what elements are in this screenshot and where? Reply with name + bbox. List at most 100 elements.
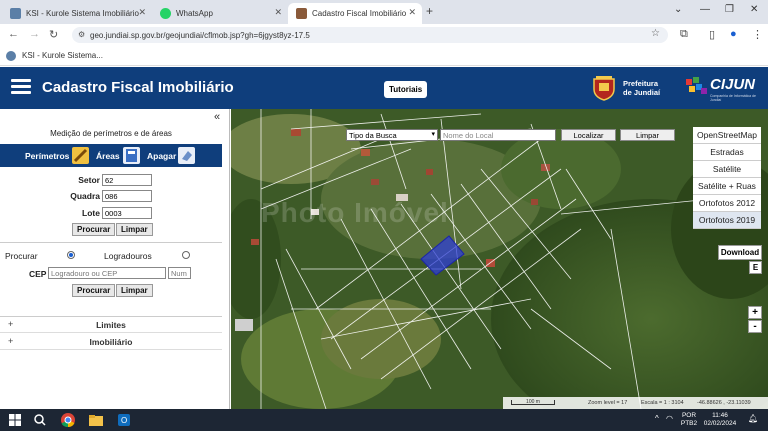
- watermark: Photo Imóvel: [261, 197, 449, 228]
- procurar-radio[interactable]: [67, 251, 75, 259]
- coordinates-text: -46.88626 , -23.11039: [697, 400, 751, 406]
- extensions-icon[interactable]: ⧉: [680, 28, 688, 41]
- app-header: Cadastro Fiscal Imobiliário Tutoriais Pr…: [0, 67, 768, 109]
- layer-ortofotos-2019[interactable]: Ortofotos 2019: [693, 212, 761, 229]
- search-icon[interactable]: [32, 412, 48, 428]
- procurar-lote-button[interactable]: Procurar: [72, 223, 116, 236]
- imobiliario-accordion[interactable]: + Imobiliário: [0, 333, 222, 350]
- notification-bell-icon[interactable]: 🔔︎: [748, 415, 758, 423]
- url-field[interactable]: ⚙ geo.jundiai.sp.gov.br/geojundiai/cflmo…: [72, 27, 668, 43]
- file-explorer-icon[interactable]: [88, 412, 104, 428]
- cijun-logo-icon: [686, 77, 707, 94]
- perimetros-label[interactable]: Perímetros: [25, 151, 69, 161]
- wifi-icon[interactable]: ◠: [666, 415, 673, 423]
- bookmark-ksi[interactable]: KSI - Kurole Sistema...: [22, 51, 103, 60]
- lote-label: Lote: [82, 208, 100, 218]
- tab-cadastro[interactable]: Cadastro Fiscal Imobiliário ✕: [288, 3, 422, 24]
- apagar-label[interactable]: Apagar: [147, 151, 176, 161]
- tab-label: WhatsApp: [176, 9, 213, 18]
- map-viewport[interactable]: Photo Imóvel Tipo da Busca ▾ Nome do Loc…: [231, 109, 768, 409]
- layer-satelite-ruas[interactable]: Satélite + Ruas: [693, 178, 761, 195]
- cep-label: CEP: [29, 269, 47, 279]
- forward-icon[interactable]: →: [29, 28, 40, 40]
- new-tab-icon[interactable]: +: [426, 4, 433, 18]
- chevron-down-icon[interactable]: ⌄: [674, 4, 682, 15]
- collapse-panel-icon[interactable]: «: [214, 111, 220, 123]
- setor-input[interactable]: 62: [102, 174, 152, 186]
- procurar-label: Procurar: [5, 251, 38, 261]
- zoom-out-button[interactable]: -: [748, 320, 762, 333]
- limpar-map-button[interactable]: Limpar: [620, 129, 675, 141]
- limpar-lote-button[interactable]: Limpar: [116, 223, 153, 236]
- clock-date: 02/02/2024: [703, 420, 737, 427]
- minimize-icon[interactable]: —: [700, 4, 710, 15]
- whatsapp-icon: [160, 8, 171, 19]
- close-tab-icon[interactable]: ✕: [408, 7, 416, 18]
- quadra-label: Quadra: [70, 191, 100, 201]
- site-info-icon[interactable]: ⚙: [78, 30, 85, 39]
- url-text: geo.jundiai.sp.gov.br/geojundiai/cflmob.…: [90, 30, 310, 40]
- tab-whatsapp[interactable]: WhatsApp ✕: [152, 3, 288, 24]
- layer-ortofotos-2012[interactable]: Ortofotos 2012: [693, 195, 761, 212]
- prefeitura-label: Prefeitura de Jundiaí: [623, 79, 660, 97]
- logradouros-label: Logradouros: [104, 251, 152, 261]
- windows-taskbar: O ^ ◠ POR PTB2 11:46 02/02/2024 🔔︎: [0, 409, 768, 431]
- close-tab-icon[interactable]: ✕: [138, 7, 146, 18]
- nome-local-input[interactable]: Nome do Local: [440, 129, 556, 141]
- reload-icon[interactable]: ↻: [49, 28, 58, 41]
- logradouros-radio[interactable]: [182, 251, 190, 259]
- bookmark-star-icon[interactable]: ☆: [651, 28, 660, 39]
- back-icon[interactable]: ←: [8, 28, 19, 40]
- language-indicator[interactable]: POR PTB2: [678, 412, 700, 428]
- lang-line1: POR: [681, 412, 697, 419]
- area-calculator-icon[interactable]: [123, 147, 140, 164]
- perimeter-ruler-icon[interactable]: [72, 147, 89, 164]
- limpar-cep-button[interactable]: Limpar: [116, 284, 153, 297]
- tab-label: KSI - Kurole Sistema Imobiliário: [26, 9, 139, 18]
- eraser-icon[interactable]: [178, 147, 195, 164]
- map-status-bar: 100 m Zoom level = 17 Escala = 1 : 3104 …: [503, 397, 768, 409]
- procurar-cep-button[interactable]: Procurar: [72, 284, 116, 297]
- basemap-switcher: OpenStreetMap Estradas Satélite Satélite…: [693, 127, 761, 229]
- restore-icon[interactable]: ❐: [725, 4, 734, 15]
- limites-accordion[interactable]: + Limites: [0, 316, 222, 333]
- tipo-busca-value: Tipo da Busca: [349, 130, 397, 140]
- lote-input[interactable]: 0003: [102, 207, 152, 219]
- profile-icon[interactable]: ●: [730, 28, 737, 40]
- tab-ksi[interactable]: KSI - Kurole Sistema Imobiliário ✕: [2, 3, 152, 24]
- layer-satelite[interactable]: Satélite: [693, 161, 761, 178]
- zoom-in-button[interactable]: +: [748, 306, 762, 319]
- clock[interactable]: 11:46 02/02/2024: [702, 412, 738, 428]
- hamburger-menu-icon[interactable]: [11, 79, 31, 95]
- cijun-subtitle: Companhia de Informática de Jundiaí: [710, 94, 756, 102]
- scale-bar: 100 m: [511, 400, 555, 405]
- prefeitura-line1: Prefeitura: [623, 79, 659, 88]
- jundiai-favicon-icon: [296, 8, 307, 19]
- menu-icon[interactable]: ⋮: [752, 28, 763, 41]
- download-button[interactable]: Download: [718, 245, 762, 260]
- num-input[interactable]: Num: [168, 267, 191, 279]
- layer-openstreetmap[interactable]: OpenStreetMap: [693, 127, 761, 144]
- sidebar-icon[interactable]: ▯: [709, 28, 715, 41]
- tutorials-button[interactable]: Tutoriais: [384, 81, 428, 98]
- layer-estradas[interactable]: Estradas: [693, 144, 761, 161]
- chrome-icon[interactable]: [60, 412, 76, 428]
- jundiai-crest-icon: [593, 76, 615, 101]
- areas-label[interactable]: Áreas: [96, 151, 120, 161]
- zoom-level-text: Zoom level = 17: [588, 400, 628, 406]
- measurement-title: Medição de perímetros e de áreas: [50, 129, 172, 138]
- divider: [0, 242, 222, 243]
- bookmark-bar: KSI - Kurole Sistema...: [0, 46, 768, 66]
- windows-start-icon[interactable]: [7, 412, 23, 428]
- localizar-button[interactable]: Localizar: [561, 129, 616, 141]
- tipo-busca-select[interactable]: Tipo da Busca ▾: [346, 129, 438, 141]
- download-e-button[interactable]: E: [749, 261, 762, 274]
- tray-chevron-icon[interactable]: ^: [655, 415, 659, 423]
- limites-label: Limites: [96, 320, 126, 330]
- quadra-input[interactable]: 086: [102, 190, 152, 202]
- left-panel: « Medição de perímetros e de áreas Perím…: [0, 109, 230, 409]
- outlook-icon[interactable]: O: [116, 412, 132, 428]
- cep-input[interactable]: Logradouro ou CEP: [48, 267, 166, 279]
- close-window-icon[interactable]: ✕: [750, 4, 758, 15]
- close-tab-icon[interactable]: ✕: [274, 7, 282, 18]
